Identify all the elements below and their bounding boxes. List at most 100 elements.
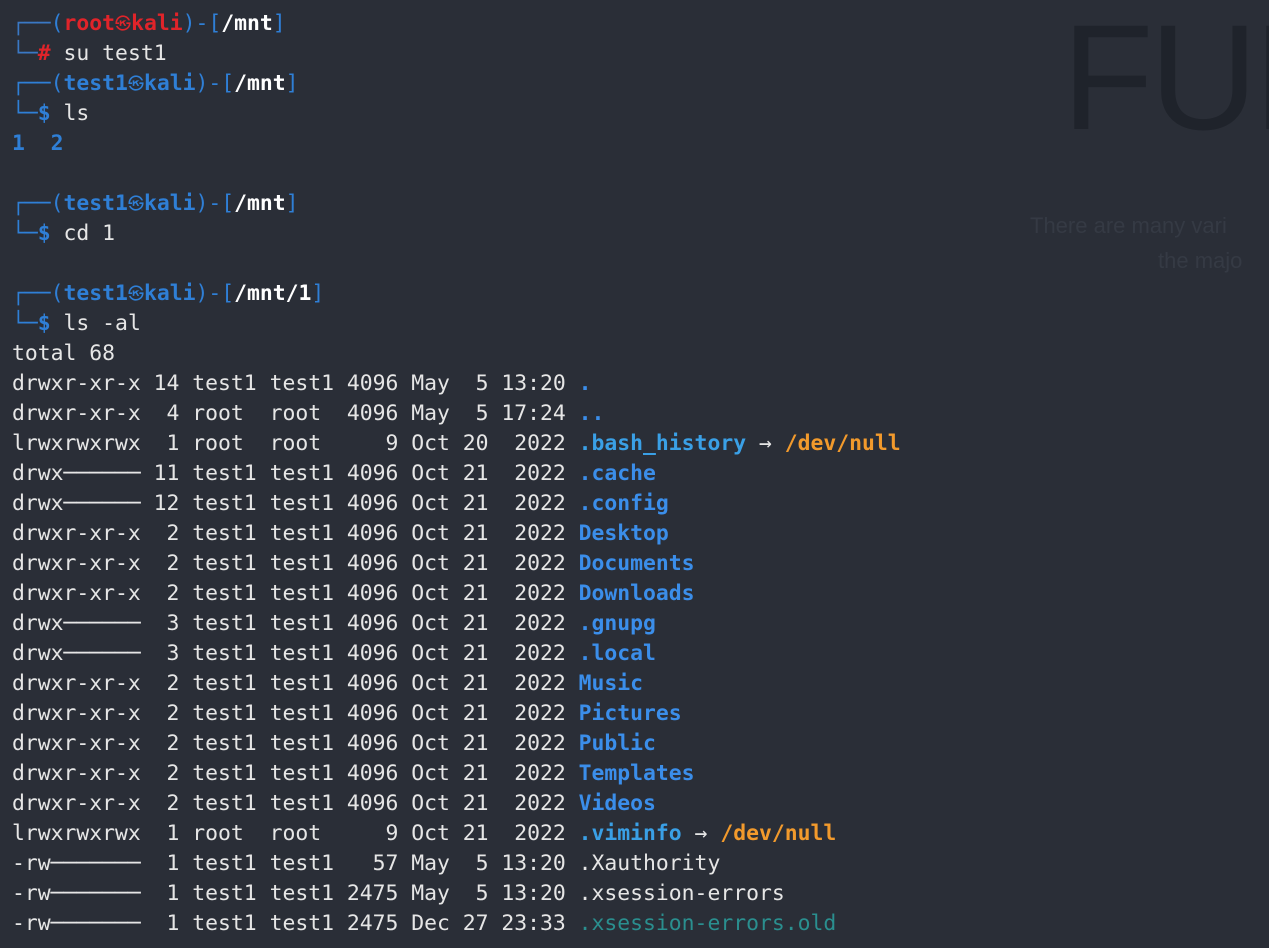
prompt-user: test1	[63, 71, 128, 96]
prompt-paren: (	[50, 71, 64, 96]
listing-meta: drwxr-xr-x 2 test1 test1 4096 Oct 21 202…	[12, 731, 579, 756]
command-text: ls -al	[63, 311, 141, 336]
listing-name: .bash_history	[578, 431, 747, 456]
listing-meta: drwxr-xr-x 2 test1 test1 4096 Oct 21 202…	[12, 551, 579, 576]
prompt-symbol: $	[37, 311, 51, 336]
listing-name: Documents	[578, 551, 695, 576]
prompt-path: /mnt	[234, 191, 286, 216]
listing-name: Desktop	[578, 521, 669, 546]
prompt-path: /mnt	[234, 71, 286, 96]
output-line: 1 2	[12, 131, 64, 156]
command-text: su test1	[63, 41, 167, 66]
prompt-user: test1	[63, 191, 128, 216]
terminal-window[interactable]: FUR There are many vari the majo ┌──(roo…	[0, 0, 1269, 948]
prompt-corner: └─	[12, 311, 38, 336]
listing-row: -rw─────── 1 test1 test1 2475 May 5 13:2…	[12, 879, 901, 909]
prompt-symbol: #	[37, 41, 51, 66]
command-text	[51, 311, 64, 336]
symlink-target: /dev/null	[720, 821, 837, 846]
listing-name: Public	[578, 731, 656, 756]
listing-row: drwxr-xr-x 2 test1 test1 4096 Oct 21 202…	[12, 729, 901, 759]
listing-row: drwxr-xr-x 2 test1 test1 4096 Oct 21 202…	[12, 759, 901, 789]
prompt-corner: ┌──	[12, 281, 51, 306]
listing-row: drwx────── 11 test1 test1 4096 Oct 21 20…	[12, 459, 901, 489]
prompt-paren: (	[50, 191, 64, 216]
kali-dragon-icon: ㉿	[127, 74, 144, 93]
wallpaper-text-line-2: the majo	[1158, 248, 1243, 273]
symlink-arrow: →	[681, 821, 721, 846]
listing-row: drwx────── 3 test1 test1 4096 Oct 21 202…	[12, 639, 901, 669]
prompt-bracket: ]	[272, 11, 286, 36]
command-text: ls	[63, 101, 90, 126]
listing-meta: drwx────── 12 test1 test1 4096 Oct 21 20…	[12, 491, 579, 516]
prompt-line: ┌──(test1㉿kali)-[/mnt/1]	[12, 279, 901, 309]
listing-meta: drwxr-xr-x 4 root root 4096 May 5 17:24	[12, 401, 579, 426]
listing-name: ..	[578, 401, 605, 426]
listing-row: drwx────── 3 test1 test1 4096 Oct 21 202…	[12, 609, 901, 639]
listing-meta: drwx────── 11 test1 test1 4096 Oct 21 20…	[12, 461, 579, 486]
listing-row: -rw─────── 1 test1 test1 57 May 5 13:20 …	[12, 849, 901, 879]
kali-dragon-icon: ㉿	[115, 14, 132, 33]
command-text	[51, 41, 64, 66]
prompt-host: kali	[143, 71, 196, 96]
prompt-host: kali	[131, 11, 183, 36]
prompt-symbol: $	[37, 101, 51, 126]
listing-meta: -rw─────── 1 test1 test1 2475 May 5 13:2…	[12, 881, 579, 906]
listing-name: Downloads	[578, 581, 695, 606]
listing-row: drwxr-xr-x 2 test1 test1 4096 Oct 21 202…	[12, 549, 901, 579]
symlink-target: /dev/null	[784, 431, 901, 456]
listing-meta: drwx────── 3 test1 test1 4096 Oct 21 202…	[12, 611, 579, 636]
listing-meta: drwxr-xr-x 2 test1 test1 4096 Oct 21 202…	[12, 761, 579, 786]
prompt-corner: └─	[12, 41, 38, 66]
prompt-paren: (	[50, 11, 64, 36]
listing-meta: drwxr-xr-x 2 test1 test1 4096 Oct 21 202…	[12, 701, 579, 726]
prompt-bracket: ]	[311, 281, 325, 306]
prompt-corner: └─	[12, 101, 38, 126]
prompt-path: /mnt/1	[234, 281, 312, 306]
command-text	[51, 101, 64, 126]
listing-meta: -rw─────── 1 test1 test1 57 May 5 13:20	[12, 851, 579, 876]
wallpaper-text-line-1: There are many vari	[1030, 213, 1227, 238]
output-line: total 68	[12, 341, 116, 366]
prompt-bracket: ]	[285, 71, 299, 96]
kali-dragon-icon: ㉿	[127, 284, 144, 303]
listing-row: drwxr-xr-x 2 test1 test1 4096 Oct 21 202…	[12, 699, 901, 729]
prompt-paren: )-[	[195, 191, 235, 216]
symlink-arrow: →	[746, 431, 785, 456]
listing-meta: drwxr-xr-x 2 test1 test1 4096 Oct 21 202…	[12, 671, 579, 696]
listing-name: Templates	[578, 761, 695, 786]
prompt-user: test1	[63, 281, 128, 306]
listing-name: .local	[578, 641, 656, 666]
listing-name: .xsession-errors	[578, 881, 785, 906]
listing-meta: lrwxrwxrwx 1 root root 9 Oct 20 2022	[12, 431, 579, 456]
prompt-bracket: ]	[285, 191, 299, 216]
listing-meta: -rw─────── 1 test1 test1 2475 Dec 27 23:…	[12, 911, 579, 936]
terminal-output: ┌──(root㉿kali)-[/mnt] └─# su test1 ┌──(tes…	[12, 9, 901, 939]
command-line: └─$ ls	[12, 99, 901, 129]
prompt-line: ┌──(root㉿kali)-[/mnt]	[12, 9, 901, 39]
prompt-paren: )-[	[195, 281, 235, 306]
listing-meta: drwx────── 3 test1 test1 4096 Oct 21 202…	[12, 641, 579, 666]
prompt-corner: ┌──	[12, 11, 51, 36]
prompt-corner: └─	[12, 221, 38, 246]
listing-name: .viminfo	[578, 821, 682, 846]
command-line: └─# su test1	[12, 39, 901, 69]
listing-row: lrwxrwxrwx 1 root root 9 Oct 20 2022 .ba…	[12, 429, 901, 459]
prompt-corner: ┌──	[12, 71, 51, 96]
listing-meta: drwxr-xr-x 2 test1 test1 4096 Oct 21 202…	[12, 581, 579, 606]
listing-meta: drwxr-xr-x 14 test1 test1 4096 May 5 13:…	[12, 371, 579, 396]
kali-dragon-icon: ㉿	[127, 194, 144, 213]
prompt-paren: )-[	[195, 71, 235, 96]
command-line: └─$ cd 1	[12, 219, 901, 249]
prompt-path: /mnt	[221, 11, 273, 36]
prompt-line: ┌──(test1㉿kali)-[/mnt]	[12, 189, 901, 219]
command-text: cd 1	[63, 221, 116, 246]
command-text	[51, 221, 64, 246]
prompt-host: kali	[143, 281, 196, 306]
listing-name: .cache	[578, 461, 656, 486]
listing-meta: lrwxrwxrwx 1 root root 9 Oct 21 2022	[12, 821, 579, 846]
listing-row: -rw─────── 1 test1 test1 2475 Dec 27 23:…	[12, 909, 901, 939]
listing-row: drwxr-xr-x 2 test1 test1 4096 Oct 21 202…	[12, 519, 901, 549]
